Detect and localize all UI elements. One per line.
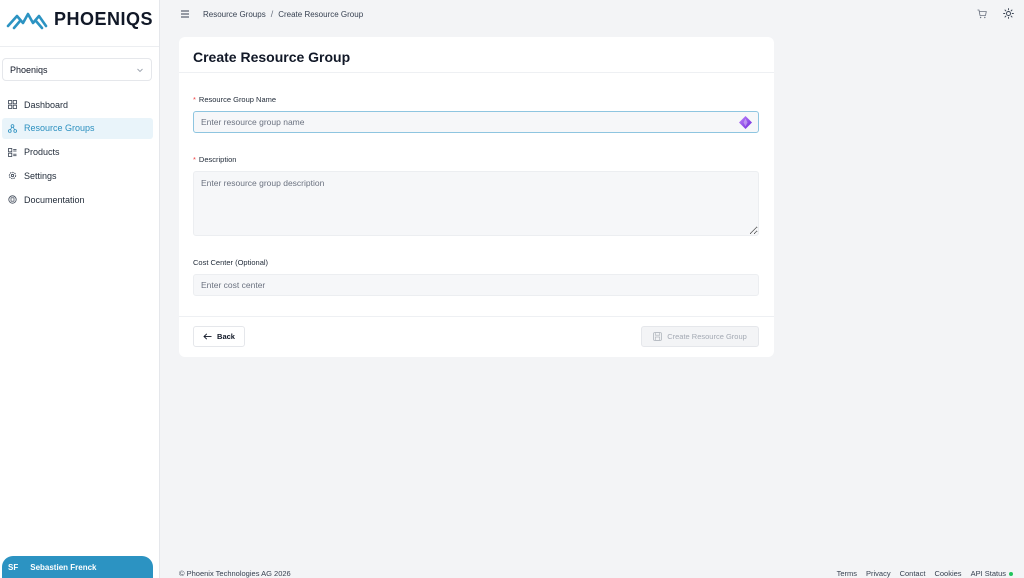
footer-link-api-status-wrapper[interactable]: API Status — [971, 569, 1013, 578]
organization-select-value: Phoeniqs — [10, 64, 48, 75]
sidebar-item-products[interactable]: Products — [2, 142, 153, 163]
arrow-left-icon — [203, 333, 212, 340]
products-icon — [8, 147, 17, 157]
avatar: SF — [8, 562, 19, 572]
breadcrumb: Resource Groups / Create Resource Group — [203, 9, 363, 19]
organization-select[interactable]: Phoeniqs — [2, 58, 152, 81]
description-label: * Description — [193, 155, 236, 164]
theme-toggle-icon[interactable] — [1003, 8, 1014, 19]
footer-link-contact[interactable]: Contact — [900, 569, 926, 578]
brand-name: PHOENIQS — [54, 9, 154, 29]
top-bar: Resource Groups / Create Resource Group — [160, 0, 1024, 30]
chevron-down-icon — [137, 68, 143, 72]
sidebar-item-label: Documentation — [24, 194, 85, 205]
breadcrumb-item-resource-groups[interactable]: Resource Groups — [203, 10, 266, 19]
resource-group-name-label-text: Resource Group Name — [198, 95, 277, 104]
page-title: Create Resource Group — [193, 49, 351, 65]
card-footer-divider — [179, 316, 774, 317]
description-textarea[interactable] — [193, 171, 759, 236]
sidebar-item-label: Dashboard — [24, 99, 69, 110]
dashboard-icon — [8, 100, 17, 109]
cart-icon[interactable] — [977, 9, 987, 19]
cost-center-label: Cost Center (Optional) — [193, 258, 269, 267]
footer-link-privacy[interactable]: Privacy — [866, 569, 891, 578]
back-button-label: Back — [217, 332, 235, 341]
gear-icon — [8, 172, 17, 180]
save-icon — [653, 332, 662, 341]
footer-link-cookies[interactable]: Cookies — [934, 569, 961, 578]
ai-assist-icon[interactable] — [738, 115, 753, 130]
menu-toggle-icon[interactable] — [179, 8, 191, 20]
create-button-label: Create Resource Group — [667, 332, 747, 341]
logo[interactable]: PHOENIQS — [6, 9, 153, 30]
copyright-text: © Phoenix Technologies AG 2026 — [179, 569, 291, 578]
sidebar: PHOENIQS Phoeniqs Dashboard Resource Gro… — [0, 0, 160, 578]
sidebar-nav: Dashboard Resource Groups Products Setti… — [2, 94, 153, 213]
back-button[interactable]: Back — [193, 326, 245, 347]
create-resource-group-button[interactable]: Create Resource Group — [641, 326, 759, 347]
sidebar-divider — [0, 46, 159, 47]
sidebar-item-resource-groups[interactable]: Resource Groups — [2, 117, 153, 139]
footer-link-terms[interactable]: Terms — [837, 569, 857, 578]
create-resource-group-card: Create Resource Group * Resource Group Na… — [179, 37, 774, 357]
api-status-indicator — [1009, 572, 1013, 577]
user-name: Sebastien Frenck — [30, 562, 97, 572]
description-label-text: Description — [198, 155, 237, 164]
resource-group-name-label: * Resource Group Name — [193, 95, 276, 104]
sidebar-item-label: Resource Groups — [24, 123, 95, 134]
sidebar-item-settings[interactable]: Settings — [2, 165, 153, 186]
breadcrumb-item-current: Create Resource Group — [278, 9, 364, 19]
footer-links: Terms Privacy Contact Cookies API Status — [837, 569, 1013, 578]
phoeniqs-logo-icon — [6, 12, 48, 29]
documentation-icon — [8, 195, 17, 204]
required-marker: * — [193, 95, 196, 104]
resource-group-name-input[interactable] — [193, 111, 759, 133]
sidebar-item-label: Settings — [24, 170, 57, 181]
sidebar-item-documentation[interactable]: Documentation — [2, 189, 153, 210]
required-marker: * — [193, 155, 196, 164]
footer-link-api-status: API Status — [970, 569, 1006, 578]
sidebar-item-label: Products — [24, 147, 60, 158]
card-header-divider — [179, 72, 774, 73]
breadcrumb-separator: / — [270, 9, 274, 19]
resource-groups-icon — [8, 123, 17, 133]
sidebar-item-dashboard[interactable]: Dashboard — [2, 94, 153, 115]
cost-center-input[interactable] — [193, 274, 759, 296]
user-menu[interactable]: SF Sebastien Frenck — [2, 556, 153, 578]
